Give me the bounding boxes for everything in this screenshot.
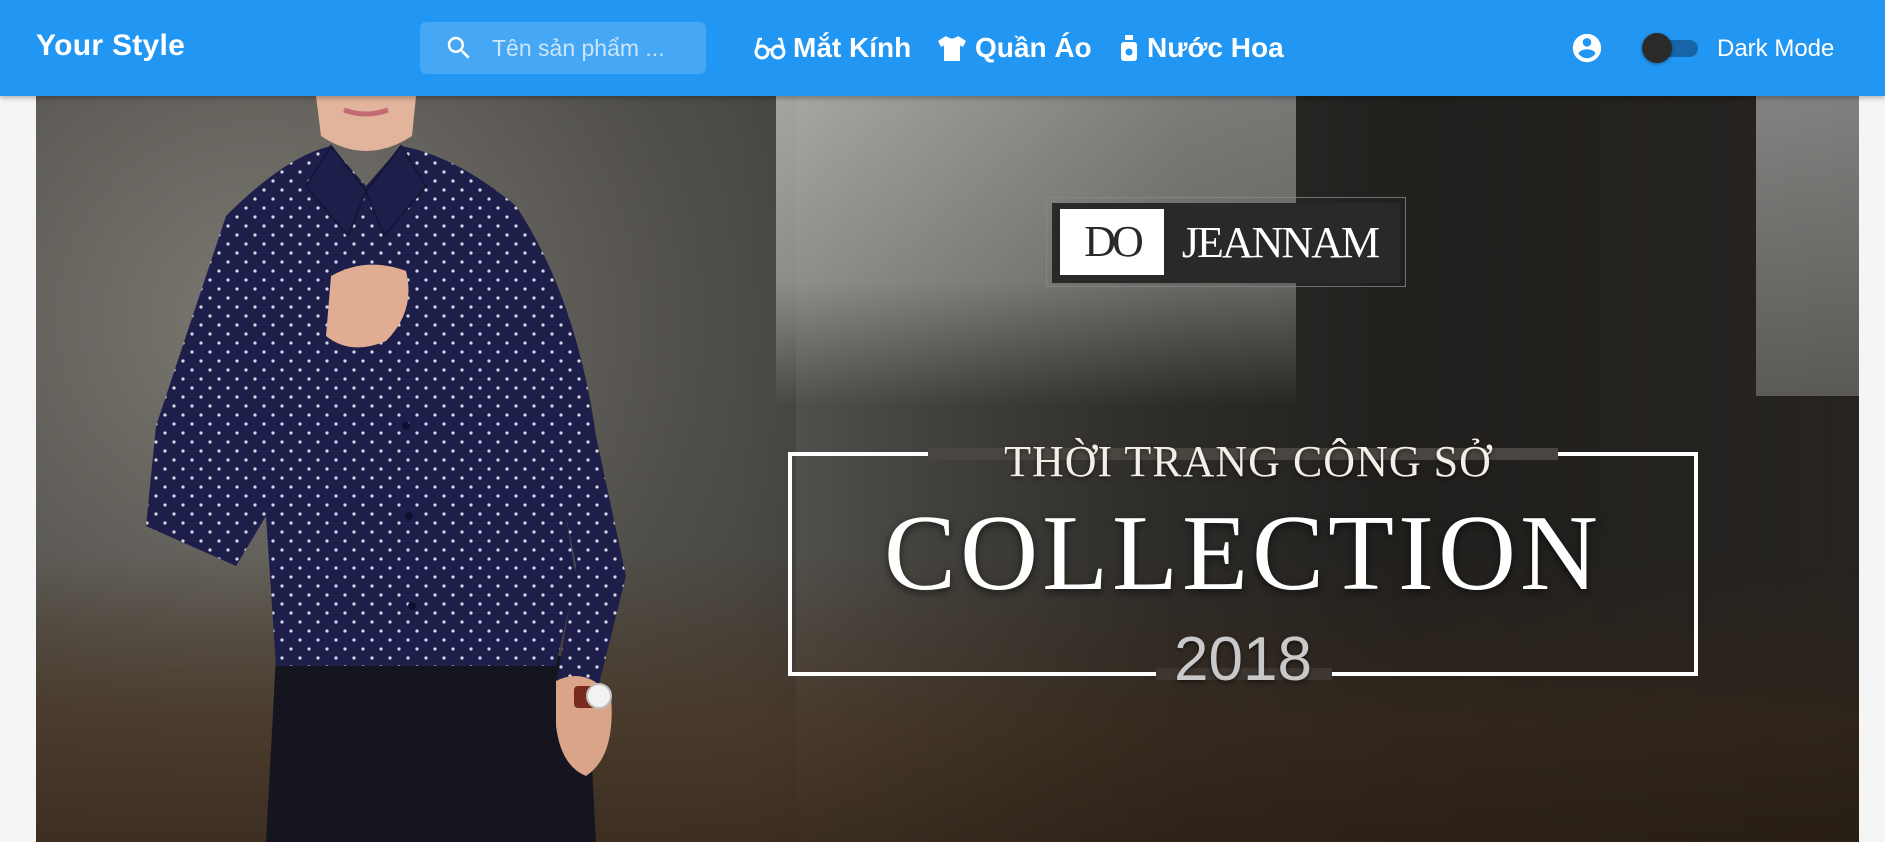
search-box[interactable] [420,22,706,74]
dark-mode-label: Dark Mode [1717,35,1835,62]
app-bar: Your Style Mắt Kính Quần Áo Nước Hoa [0,0,1885,96]
brand-logo: DO JEANNAM [1046,197,1406,287]
nav-nuoc-hoa[interactable]: Nước Hoa [1117,28,1284,68]
nav-quan-ao[interactable]: Quần Áo [935,28,1092,68]
nav-label: Quần Áo [975,32,1092,63]
banner-subtitle: THỜI TRANG CÔNG SỞ [1004,437,1492,486]
nav-mat-kinh[interactable]: Mắt Kính [753,28,911,68]
tshirt-icon [938,36,966,61]
hero-banner[interactable]: DO JEANNAM THỜI TRANG CÔNG SỞ COLLECTION… [36,96,1859,842]
banner-year: 2018 [1174,625,1312,694]
search-icon [447,36,470,59]
glasses-icon [754,37,786,60]
perfume-icon [1121,35,1137,61]
svg-text:JEANNAM: JEANNAM [1182,218,1379,267]
dark-mode-toggle[interactable] [1642,33,1702,63]
svg-text:DO: DO [1084,217,1142,266]
banner-headline: COLLECTION [884,494,1602,613]
search-input[interactable] [492,34,692,62]
account-circle-icon[interactable] [1570,31,1604,65]
toggle-knob [1642,33,1672,63]
model-image [146,96,626,842]
nav-label: Mắt Kính [793,32,912,63]
nav-label: Nước Hoa [1147,32,1284,63]
brand-title[interactable]: Your Style [36,29,185,63]
collection-headline-block: THỜI TRANG CÔNG SỞ COLLECTION 2018 [788,436,1698,776]
